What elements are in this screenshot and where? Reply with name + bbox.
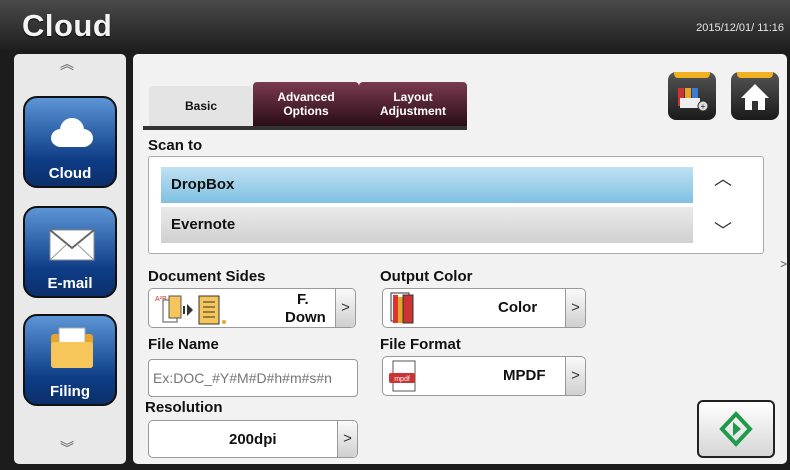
tab-label: Advanced Options <box>277 90 335 118</box>
document-sides-value-line1: F. <box>297 291 309 308</box>
tab-layout-adjustment[interactable]: Layout Adjustment <box>359 82 467 126</box>
settings-panel: Basic Advanced Options Layout Adjustment… <box>133 54 787 464</box>
start-icon <box>719 411 753 447</box>
tab-label: Layout Adjustment <box>380 90 446 118</box>
start-scan-button[interactable] <box>697 400 775 458</box>
document-sides-icon: A²B <box>155 295 226 325</box>
resolution-selector[interactable]: 200dpi > <box>148 420 358 458</box>
sidebar-item-filing[interactable]: Filing <box>23 314 117 406</box>
list-item-evernote[interactable]: Evernote <box>161 207 693 243</box>
mpdf-icon-text: mpdf <box>394 376 410 383</box>
tab-advanced-options[interactable]: Advanced Options <box>253 82 359 126</box>
folder-icon <box>51 327 93 368</box>
next-page-icon[interactable]: > <box>780 257 787 271</box>
mpdf-file-icon: mpdf <box>389 360 416 392</box>
resolution-value: 200dpi <box>229 431 277 448</box>
resolution-label: Resolution <box>145 399 223 416</box>
chevron-right-icon: > <box>565 289 585 327</box>
output-color-value: Color <box>498 299 538 316</box>
app-title: Cloud <box>22 8 113 43</box>
sidebar-item-label: Cloud <box>48 165 92 182</box>
title-bar: Cloud 2015/12/01/ 11:16 <box>0 0 790 50</box>
document-sides-selector[interactable]: A²B F. Down > <box>148 288 356 328</box>
favorites-icon: + <box>678 88 709 112</box>
svg-text:+: + <box>701 102 706 111</box>
sidebar-item-label: E-mail <box>47 275 93 292</box>
file-format-selector[interactable]: mpdf MPDF > <box>382 356 586 396</box>
chevron-right-icon: > <box>335 289 355 327</box>
list-item-dropbox[interactable]: DropBox <box>161 167 693 203</box>
scan-to-list: DropBox Evernote ︿ ﹀ <box>148 156 764 254</box>
sidebar-item-cloud[interactable]: Cloud <box>23 96 117 188</box>
scroll-down-icon[interactable]: ︾ <box>60 438 74 458</box>
scan-to-label: Scan to <box>148 137 203 154</box>
cloud-icon <box>51 118 93 147</box>
document-sides-label: Document Sides <box>148 268 266 285</box>
list-scroll-down-icon[interactable]: ﹀ <box>714 217 732 243</box>
home-icon <box>741 84 769 110</box>
datetime: 2015/12/01/ 11:16 <box>696 22 784 34</box>
chevron-right-icon: > <box>565 357 585 395</box>
scroll-up-icon[interactable]: ︽ <box>60 54 74 74</box>
file-format-label: File Format <box>380 336 461 353</box>
output-color-selector[interactable]: Color > <box>382 288 586 328</box>
output-color-label: Output Color <box>380 268 473 285</box>
sidebar-item-email[interactable]: E-mail <box>23 206 117 298</box>
home-button[interactable] <box>731 72 779 120</box>
list-scroll-up-icon[interactable]: ︿ <box>714 165 732 191</box>
document-sides-value-line2: Down <box>285 309 326 326</box>
function-sidebar: ︽ Cloud E-mail Filing ︾ <box>14 54 126 464</box>
envelope-icon <box>49 229 95 261</box>
tab-basic[interactable]: Basic <box>149 86 253 126</box>
tab-underline <box>143 126 467 130</box>
file-format-value: MPDF <box>503 367 546 384</box>
chevron-right-icon: > <box>337 421 357 457</box>
file-name-label: File Name <box>148 336 219 353</box>
color-icon <box>390 292 414 324</box>
file-name-input[interactable] <box>148 359 358 397</box>
favorites-button[interactable]: + <box>668 72 716 120</box>
sidebar-item-label: Filing <box>50 383 90 400</box>
